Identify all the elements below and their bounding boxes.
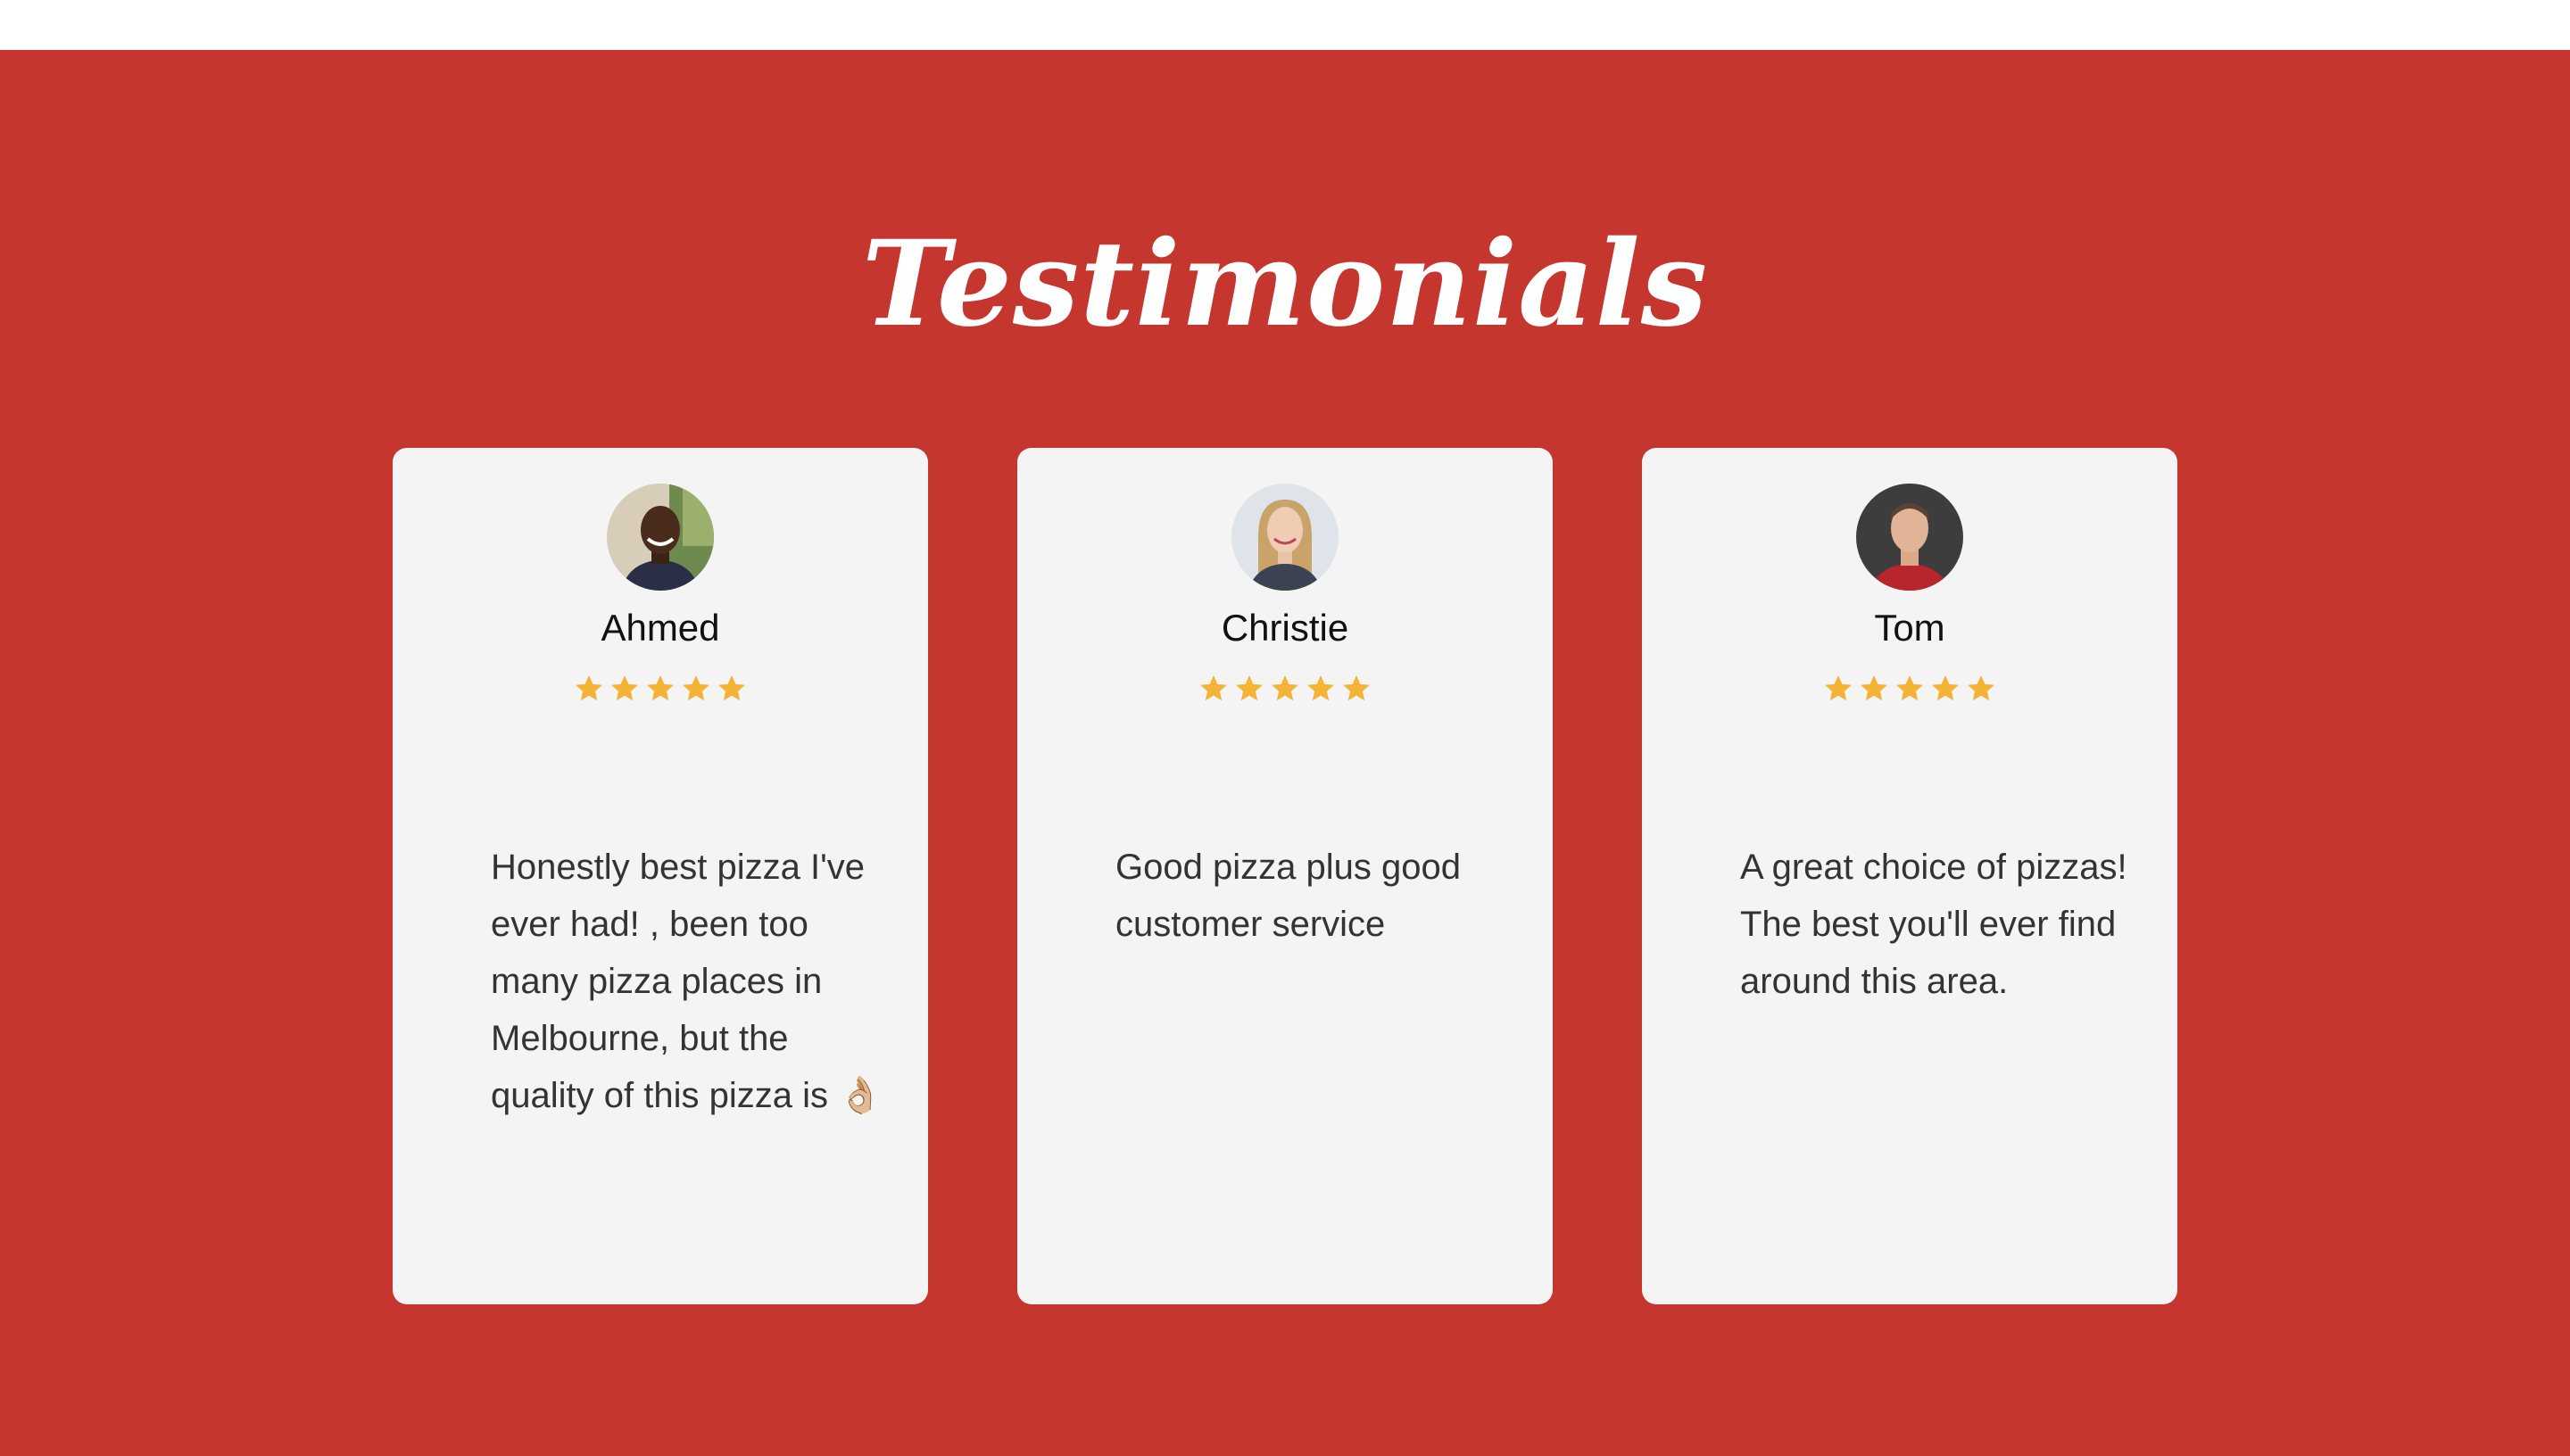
testimonial-text: Good pizza plus good customer service — [1115, 848, 1461, 944]
reviewer-name: Ahmed — [601, 607, 720, 649]
testimonial-text: A great choice of pizzas! The best you'l… — [1740, 848, 2127, 1001]
avatar — [1856, 484, 1963, 591]
section-title: Testimonials — [861, 214, 1709, 353]
star-icon — [1861, 675, 1887, 701]
star-icon — [611, 675, 638, 701]
testimonial-card: Ahmed Honestly best pizza I've ever had!… — [393, 448, 928, 1304]
avatar — [1231, 484, 1339, 591]
star-icon — [1307, 675, 1334, 701]
star-icon — [1825, 675, 1852, 701]
avatar-photo-icon — [1856, 484, 1963, 591]
star-icon — [647, 675, 674, 701]
testimonial-card: Christie Good pizza plus good customer s… — [1017, 448, 1553, 1304]
avatar — [607, 484, 714, 591]
star-icon — [683, 675, 709, 701]
testimonial-card: Tom A great choice of pizzas! The best y… — [1642, 448, 2177, 1304]
star-rating — [1017, 673, 1553, 705]
star-rating — [1642, 673, 2177, 705]
star-icon — [1272, 675, 1298, 701]
reviewer-name: Tom — [1874, 607, 1945, 649]
star-icon — [1932, 675, 1959, 701]
avatar-photo-icon — [1231, 484, 1339, 591]
star-icon — [1343, 675, 1370, 701]
testimonial-text: Honestly best pizza I've ever had! , bee… — [491, 848, 883, 1115]
testimonials-section: Testimonials Ahmed Honestly best pizza I… — [0, 50, 2570, 1456]
reviewer-name: Christie — [1221, 607, 1349, 649]
top-strip — [0, 0, 2570, 50]
star-icon — [1896, 675, 1923, 701]
star-icon — [1236, 675, 1263, 701]
star-rating — [393, 673, 928, 705]
star-icon — [576, 675, 602, 701]
avatar-photo-icon — [607, 484, 714, 591]
star-icon — [1200, 675, 1227, 701]
star-icon — [718, 675, 745, 701]
star-icon — [1968, 675, 1994, 701]
